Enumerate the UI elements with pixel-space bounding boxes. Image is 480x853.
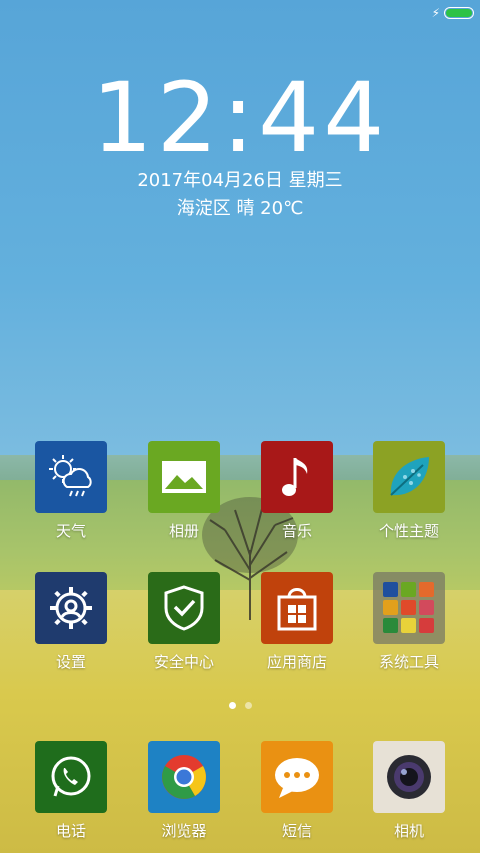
theme-leaf-icon [373, 441, 445, 513]
app-label: 设置 [55, 653, 86, 671]
app-label: 安全中心 [153, 653, 214, 671]
app-label: 应用商店 [266, 653, 327, 671]
app-label: 相册 [168, 522, 199, 540]
app-label: 短信 [281, 822, 312, 840]
charging-icon: ⚡ [431, 6, 440, 20]
app-label: 个性主题 [378, 522, 439, 540]
app-label: 系统工具 [378, 653, 439, 671]
app-themes[interactable]: 个性主题 [359, 441, 459, 541]
browser-icon [148, 741, 220, 813]
phone-icon [35, 741, 107, 813]
app-weather[interactable]: 天气 [21, 441, 121, 541]
app-label: 电话 [55, 822, 86, 840]
app-gallery[interactable]: 相册 [134, 441, 234, 541]
clock-time[interactable]: 12:44 [0, 68, 480, 168]
music-icon [261, 441, 333, 513]
dock-browser[interactable]: 浏览器 [134, 741, 234, 841]
dock-phone[interactable]: 电话 [21, 741, 121, 841]
page-indicator [0, 702, 480, 709]
gallery-icon [148, 441, 220, 513]
app-label: 音乐 [281, 522, 312, 540]
gear-icon [35, 572, 107, 644]
app-music[interactable]: 音乐 [247, 441, 347, 541]
app-security[interactable]: 安全中心 [134, 572, 234, 672]
status-bar: ⚡ [432, 5, 474, 21]
store-bag-icon [261, 572, 333, 644]
weather-icon [35, 441, 107, 513]
page-dot-active[interactable] [228, 702, 236, 709]
weather-summary[interactable]: 海淀区 晴 20℃ [0, 197, 480, 221]
app-store[interactable]: 应用商店 [247, 572, 347, 672]
battery-icon [444, 7, 474, 19]
shield-icon [148, 572, 220, 644]
dock-sms[interactable]: 短信 [247, 741, 347, 841]
clock-date: 2017年04月26日 星期三 [137, 170, 343, 191]
page-dot[interactable] [244, 702, 252, 709]
sms-icon [261, 741, 333, 813]
folder-system-tools[interactable]: 系统工具 [359, 572, 459, 672]
app-settings[interactable]: 设置 [21, 572, 121, 672]
camera-icon [373, 741, 445, 813]
folder-icon [373, 572, 445, 644]
app-label: 浏览器 [161, 822, 207, 840]
app-label: 相机 [393, 822, 424, 840]
dock-camera[interactable]: 相机 [359, 741, 459, 841]
battery-level [446, 9, 472, 17]
app-label: 天气 [55, 522, 86, 540]
